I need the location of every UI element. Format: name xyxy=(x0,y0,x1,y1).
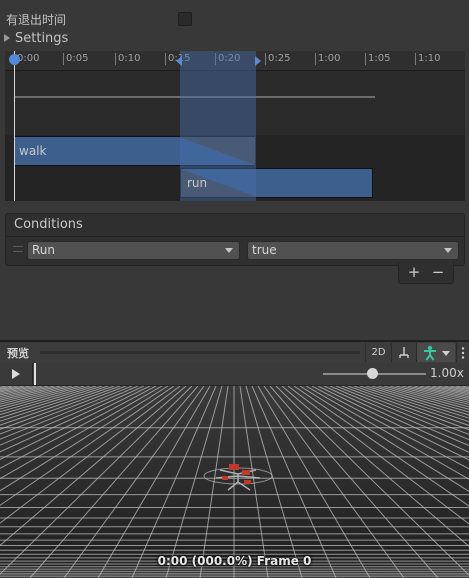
conditions-divider xyxy=(6,236,464,237)
has-exit-time-checkbox[interactable] xyxy=(178,12,192,26)
play-icon[interactable] xyxy=(12,369,20,379)
pivot-toggle-button[interactable] xyxy=(391,343,416,362)
has-exit-time-row: 有退出时间 xyxy=(0,8,469,28)
character-model-icon xyxy=(203,464,273,491)
settings-foldout[interactable]: Settings xyxy=(0,29,469,49)
ruler-tick: 1:05 xyxy=(365,53,390,65)
clip-walk-label: walk xyxy=(19,144,47,158)
transition-end-handle[interactable] xyxy=(255,56,261,66)
transition-timeline[interactable]: 0:00 0:05 0:10 0:15 0:20 0:25 1:00 1:05 … xyxy=(5,51,465,201)
avatar-select-button[interactable] xyxy=(416,343,455,362)
remove-condition-button[interactable]: − xyxy=(426,263,450,281)
speed-readout: 1.00x xyxy=(430,366,464,380)
playbar-separator xyxy=(32,363,33,385)
preview-header-bar[interactable] xyxy=(40,351,360,354)
condition-add-remove-bar: + − xyxy=(398,262,454,284)
ruler-tick: 0:25 xyxy=(265,53,290,65)
ruler-tick: 1:00 xyxy=(315,53,340,65)
condition-parameter-dropdown[interactable]: Run xyxy=(27,241,240,260)
frame-readout: 0:00 (000.0%) Frame 0 xyxy=(157,554,312,568)
preview-viewport[interactable]: 0:00 (000.0%) Frame 0 xyxy=(0,386,469,578)
conditions-panel: Conditions Run true xyxy=(5,213,465,266)
timeline-playhead[interactable] xyxy=(14,51,15,201)
playhead-handle-icon[interactable] xyxy=(9,54,20,65)
speed-slider-knob[interactable] xyxy=(367,368,378,379)
more-options-button[interactable] xyxy=(456,343,469,362)
avatar-icon xyxy=(424,345,437,361)
condition-value-dropdown[interactable]: true xyxy=(247,241,459,260)
preview-header: 预览 2D xyxy=(0,342,469,364)
chevron-down-icon xyxy=(441,351,450,356)
chevron-down-icon xyxy=(444,248,452,253)
has-exit-time-label: 有退出时间 xyxy=(6,13,67,27)
ruler-tick: 1:10 xyxy=(415,53,440,65)
condition-parameter-value: Run xyxy=(32,243,56,257)
transition-start-handle[interactable] xyxy=(176,56,182,66)
pivot-icon xyxy=(399,347,409,358)
settings-label: Settings xyxy=(15,31,69,46)
preview-title: 预览 xyxy=(7,347,29,360)
conditions-title: Conditions xyxy=(14,217,83,232)
add-condition-button[interactable]: + xyxy=(402,263,426,281)
ruler-tick: 0:10 xyxy=(115,53,140,65)
more-icon xyxy=(461,347,465,359)
ruler-tick: 0:05 xyxy=(63,53,88,65)
chevron-down-icon xyxy=(225,248,233,253)
drag-handle-icon[interactable] xyxy=(13,246,23,252)
condition-value-text: true xyxy=(252,243,277,257)
preview-scrubber[interactable] xyxy=(34,363,36,385)
clip-run-label: run xyxy=(187,176,208,190)
preview-playback-bar: 1.00x xyxy=(0,363,469,386)
triangle-right-icon xyxy=(4,34,10,42)
toggle-2d-button[interactable]: 2D xyxy=(365,343,391,362)
